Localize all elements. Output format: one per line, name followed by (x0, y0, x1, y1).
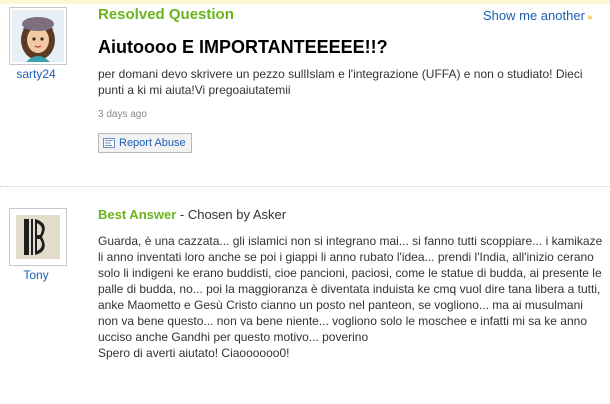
double-chevron-right-icon: » (586, 12, 593, 23)
asker-username[interactable]: sarty24 (0, 67, 72, 81)
asker-avatar[interactable] (9, 7, 67, 65)
best-answer-header: Best Answer - Chosen by Asker (98, 207, 286, 222)
asker-avatar-image (12, 10, 64, 62)
best-answer-label: Best Answer (98, 207, 177, 222)
chosen-by-text: - Chosen by Asker (176, 207, 287, 222)
flag-icon (103, 138, 115, 148)
answerer-avatar[interactable] (9, 208, 67, 266)
show-another-label[interactable]: Show me another (483, 8, 585, 23)
question-title: Aiutoooo E IMPORTANTEEEEE!!? (98, 37, 388, 57)
question-status: Resolved Question (98, 6, 234, 23)
answerer-username[interactable]: Tony (0, 268, 72, 282)
question-body: per domani devo skrivere un pezzo sullIs… (98, 67, 583, 97)
answer-text: Guarda, è una cazzata... gli islamici no… (98, 234, 603, 344)
question-timestamp: 3 days ago (98, 109, 147, 120)
top-highlight-strip (0, 0, 610, 4)
answerer-avatar-image (12, 211, 64, 263)
report-abuse-label[interactable]: Report Abuse (119, 137, 186, 149)
section-divider (0, 186, 610, 187)
answer-body: Guarda, è una cazzata... gli islamici no… (98, 233, 603, 361)
report-abuse-button[interactable]: Report Abuse (98, 133, 192, 153)
answer-closing: Spero di averti aiutato! Ciaoooooo0! (98, 346, 290, 360)
show-another-link[interactable]: Show me another» (483, 8, 592, 23)
